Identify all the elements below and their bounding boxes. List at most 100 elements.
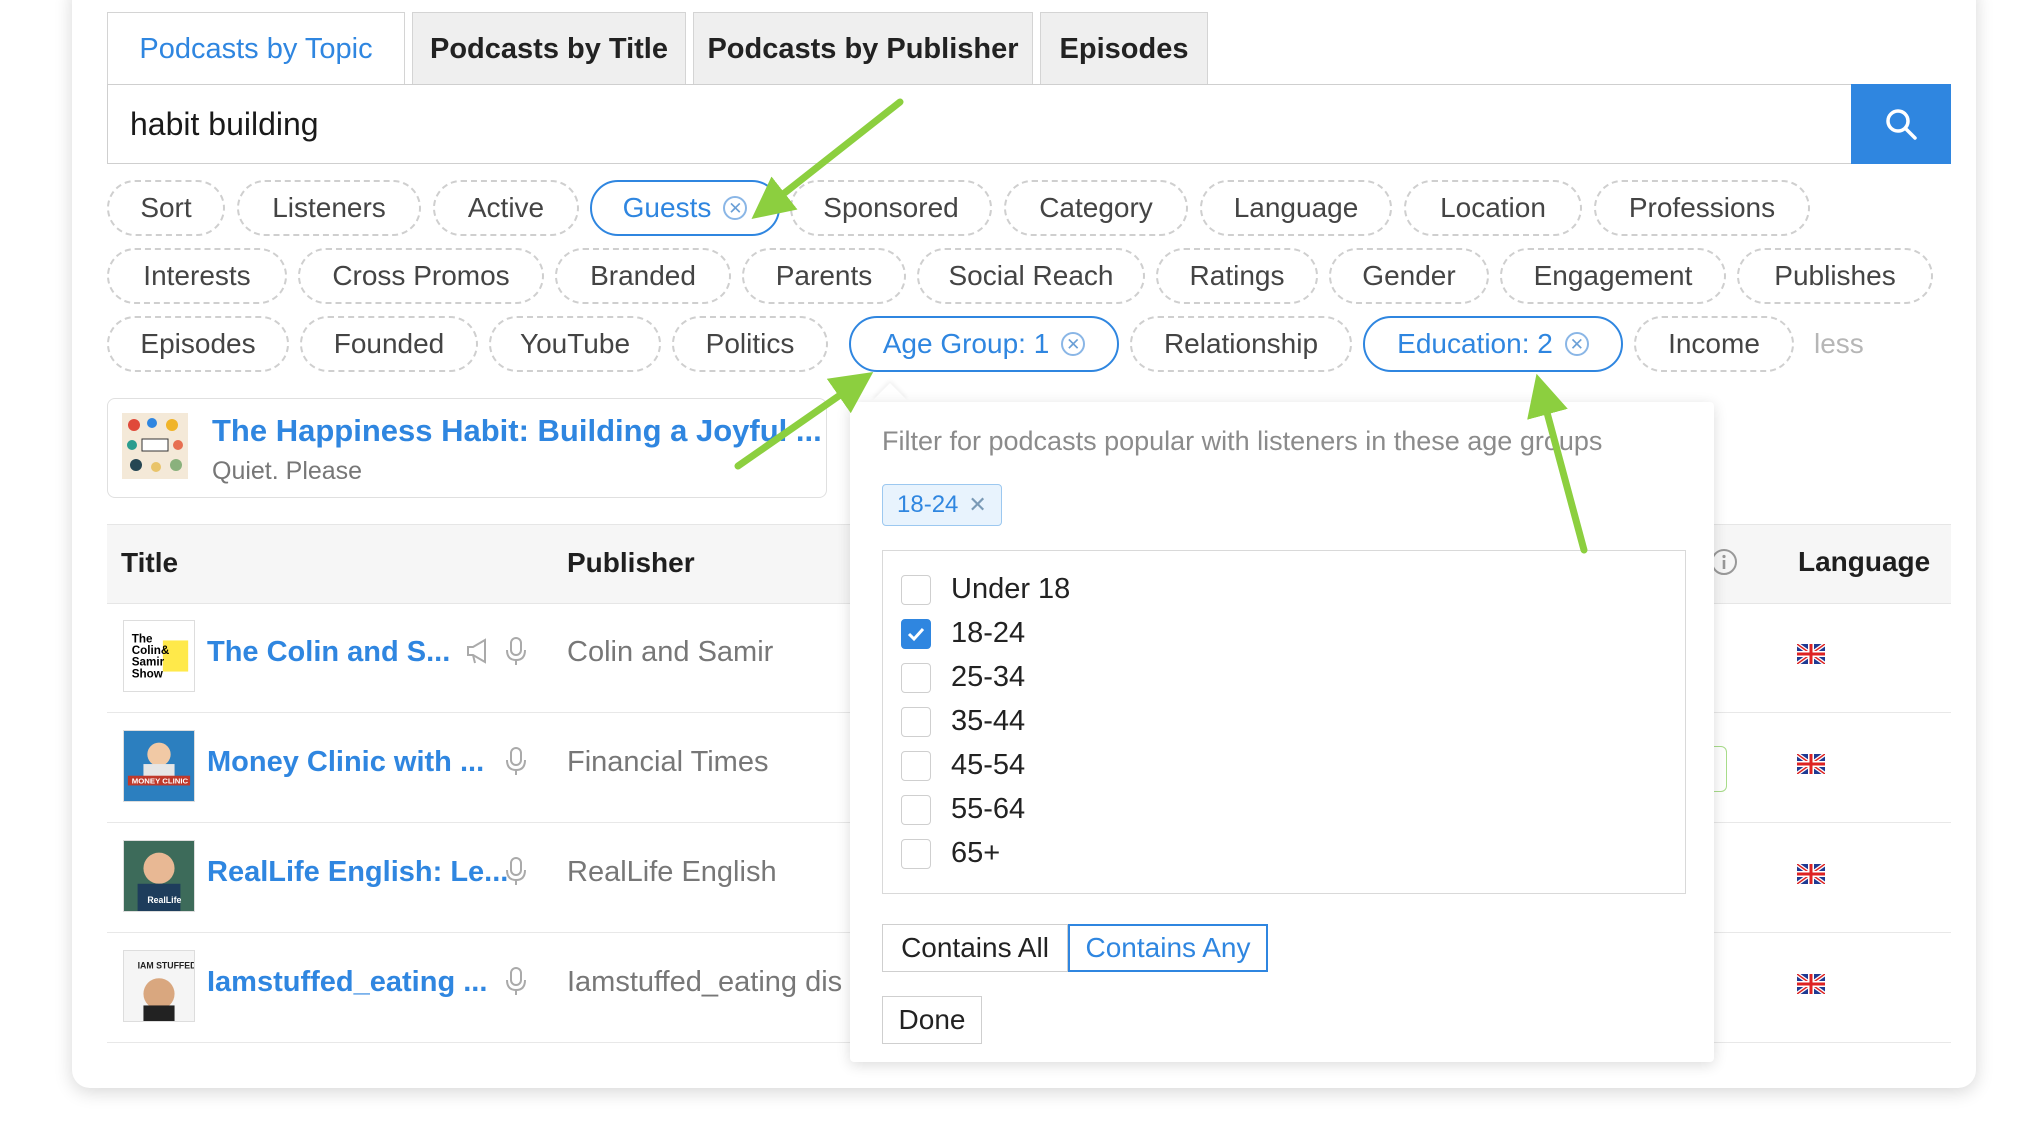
- filter-category[interactable]: Category: [1004, 180, 1188, 236]
- filter-interests[interactable]: Interests: [107, 248, 287, 304]
- info-icon[interactable]: [1710, 548, 1738, 576]
- chip-label: Age Group: 1: [882, 328, 1050, 359]
- checkbox[interactable]: [901, 750, 931, 781]
- search-button[interactable]: [1851, 84, 1951, 164]
- chip-label: Parents: [775, 260, 873, 291]
- checkbox[interactable]: [901, 706, 931, 737]
- chip-label: Location: [1440, 192, 1546, 223]
- clear-filter-icon[interactable]: ✕: [1564, 332, 1589, 356]
- selected-tag[interactable]: 18-24 ✕: [882, 484, 1002, 526]
- option-label: Under 18: [951, 573, 1071, 605]
- chip-label: YouTube: [519, 328, 631, 359]
- filter-publishes[interactable]: Publishes: [1737, 248, 1933, 304]
- column-language[interactable]: Language: [1798, 546, 1930, 578]
- filter-relationship[interactable]: Relationship: [1130, 316, 1352, 372]
- search-panel: Podcasts by Topic Podcasts by Title Podc…: [72, 0, 1976, 1088]
- filter-founded[interactable]: Founded: [300, 316, 478, 372]
- option-25-34[interactable]: 25-34: [901, 661, 1025, 694]
- chip-label: Engagement: [1533, 260, 1693, 291]
- chip-label: Cross Promos: [332, 260, 510, 291]
- filter-cross-promos[interactable]: Cross Promos: [298, 248, 544, 304]
- checkbox[interactable]: [901, 794, 931, 825]
- filter-sponsored[interactable]: Sponsored: [790, 180, 992, 236]
- filter-active[interactable]: Active: [433, 180, 579, 236]
- option-55-64[interactable]: 55-64: [901, 793, 1025, 826]
- contains-all-button[interactable]: Contains All: [882, 924, 1068, 972]
- tab-episodes[interactable]: Episodes: [1040, 12, 1208, 86]
- option-label: 35-44: [951, 705, 1026, 737]
- featured-podcast-card[interactable]: The Happiness Habit: Building a Joyful .…: [107, 398, 827, 498]
- uk-flag-icon: [1797, 864, 1825, 884]
- option-35-44[interactable]: 35-44: [901, 705, 1025, 738]
- tab-podcasts-by-topic[interactable]: Podcasts by Topic: [107, 12, 405, 86]
- filter-sort[interactable]: Sort: [107, 180, 225, 236]
- chip-label: Education: 2: [1397, 328, 1553, 359]
- chip-label: Founded: [333, 328, 445, 359]
- chip-label: Income: [1668, 328, 1760, 359]
- checkbox[interactable]: [901, 838, 931, 869]
- chip-label: Gender: [1362, 260, 1456, 291]
- clear-filter-icon[interactable]: ✕: [1061, 332, 1086, 356]
- chip-label: Publishes: [1774, 260, 1896, 291]
- podcast-title-link[interactable]: Money Clinic with ...: [207, 746, 484, 779]
- option-65-plus[interactable]: 65+: [901, 837, 1000, 870]
- filter-professions[interactable]: Professions: [1594, 180, 1810, 236]
- podcast-title-link[interactable]: The Colin and S...: [207, 636, 450, 669]
- column-title[interactable]: Title: [121, 547, 178, 579]
- search-icon: [1886, 109, 1917, 140]
- search-input[interactable]: habit building: [107, 84, 1851, 164]
- checkbox-checked[interactable]: [901, 618, 931, 649]
- checkbox[interactable]: [901, 574, 931, 605]
- filter-branded[interactable]: Branded: [555, 248, 731, 304]
- filter-language[interactable]: Language: [1200, 180, 1392, 236]
- filter-income[interactable]: Income: [1634, 316, 1794, 372]
- chip-label: Active: [467, 192, 545, 223]
- clear-filter-icon[interactable]: ✕: [723, 196, 748, 220]
- featured-podcast-title[interactable]: The Happiness Habit: Building a Joyful .…: [212, 413, 822, 449]
- remove-tag-icon[interactable]: ✕: [968, 492, 986, 518]
- featured-podcast-publisher: Quiet. Please: [212, 457, 363, 485]
- chip-label: Guests: [622, 192, 712, 223]
- age-group-popover: Filter for podcasts popular with listene…: [850, 402, 1714, 1062]
- checkbox[interactable]: [901, 662, 931, 693]
- chip-label: Language: [1233, 192, 1359, 223]
- tab-podcasts-by-publisher[interactable]: Podcasts by Publisher: [693, 12, 1033, 86]
- filter-parents[interactable]: Parents: [742, 248, 906, 304]
- option-18-24[interactable]: 18-24: [901, 617, 1025, 650]
- podcast-publisher: Iamstuffed_eating dis: [567, 966, 843, 998]
- tab-podcasts-by-title[interactable]: Podcasts by Title: [412, 12, 686, 86]
- filter-episodes[interactable]: Episodes: [107, 316, 289, 372]
- podcast-title-link[interactable]: RealLife English: Le...: [207, 856, 508, 889]
- filter-gender[interactable]: Gender: [1329, 248, 1489, 304]
- option-45-54[interactable]: 45-54: [901, 749, 1025, 782]
- filter-social-reach[interactable]: Social Reach: [917, 248, 1145, 304]
- filter-age-group[interactable]: Age Group: 1 ✕: [849, 316, 1119, 372]
- chip-label: Interests: [143, 260, 251, 291]
- chip-label: Relationship: [1163, 328, 1319, 359]
- column-publisher[interactable]: Publisher: [567, 547, 695, 579]
- checkmark-icon: [907, 627, 925, 641]
- filter-engagement[interactable]: Engagement: [1500, 248, 1726, 304]
- podcast-title-link[interactable]: Iamstuffed_eating ...: [207, 966, 487, 999]
- uk-flag-icon: [1797, 754, 1825, 774]
- show-less-link[interactable]: less: [1814, 328, 1864, 360]
- microphone-icon: [506, 857, 526, 885]
- chip-label: Sponsored: [823, 192, 959, 223]
- filter-guests[interactable]: Guests ✕: [590, 180, 780, 236]
- chip-label: Episodes: [140, 328, 256, 359]
- filter-location[interactable]: Location: [1404, 180, 1582, 236]
- podcast-publisher: RealLife English: [567, 856, 777, 888]
- filter-ratings[interactable]: Ratings: [1156, 248, 1318, 304]
- filter-politics[interactable]: Politics: [672, 316, 828, 372]
- filter-education[interactable]: Education: 2 ✕: [1363, 316, 1623, 372]
- chip-label: Ratings: [1189, 260, 1285, 291]
- option-under-18[interactable]: Under 18: [901, 573, 1070, 606]
- contains-any-button[interactable]: Contains Any: [1068, 924, 1268, 972]
- podcast-artwork-icon: IAM STUFFED: [123, 950, 195, 1022]
- option-label: 55-64: [951, 793, 1026, 825]
- filter-youtube[interactable]: YouTube: [489, 316, 661, 372]
- filter-listeners[interactable]: Listeners: [237, 180, 421, 236]
- popover-description: Filter for podcasts popular with listene…: [882, 426, 1603, 456]
- done-button[interactable]: Done: [882, 996, 982, 1044]
- podcast-artwork-icon: MONEY CLINIC: [123, 730, 195, 802]
